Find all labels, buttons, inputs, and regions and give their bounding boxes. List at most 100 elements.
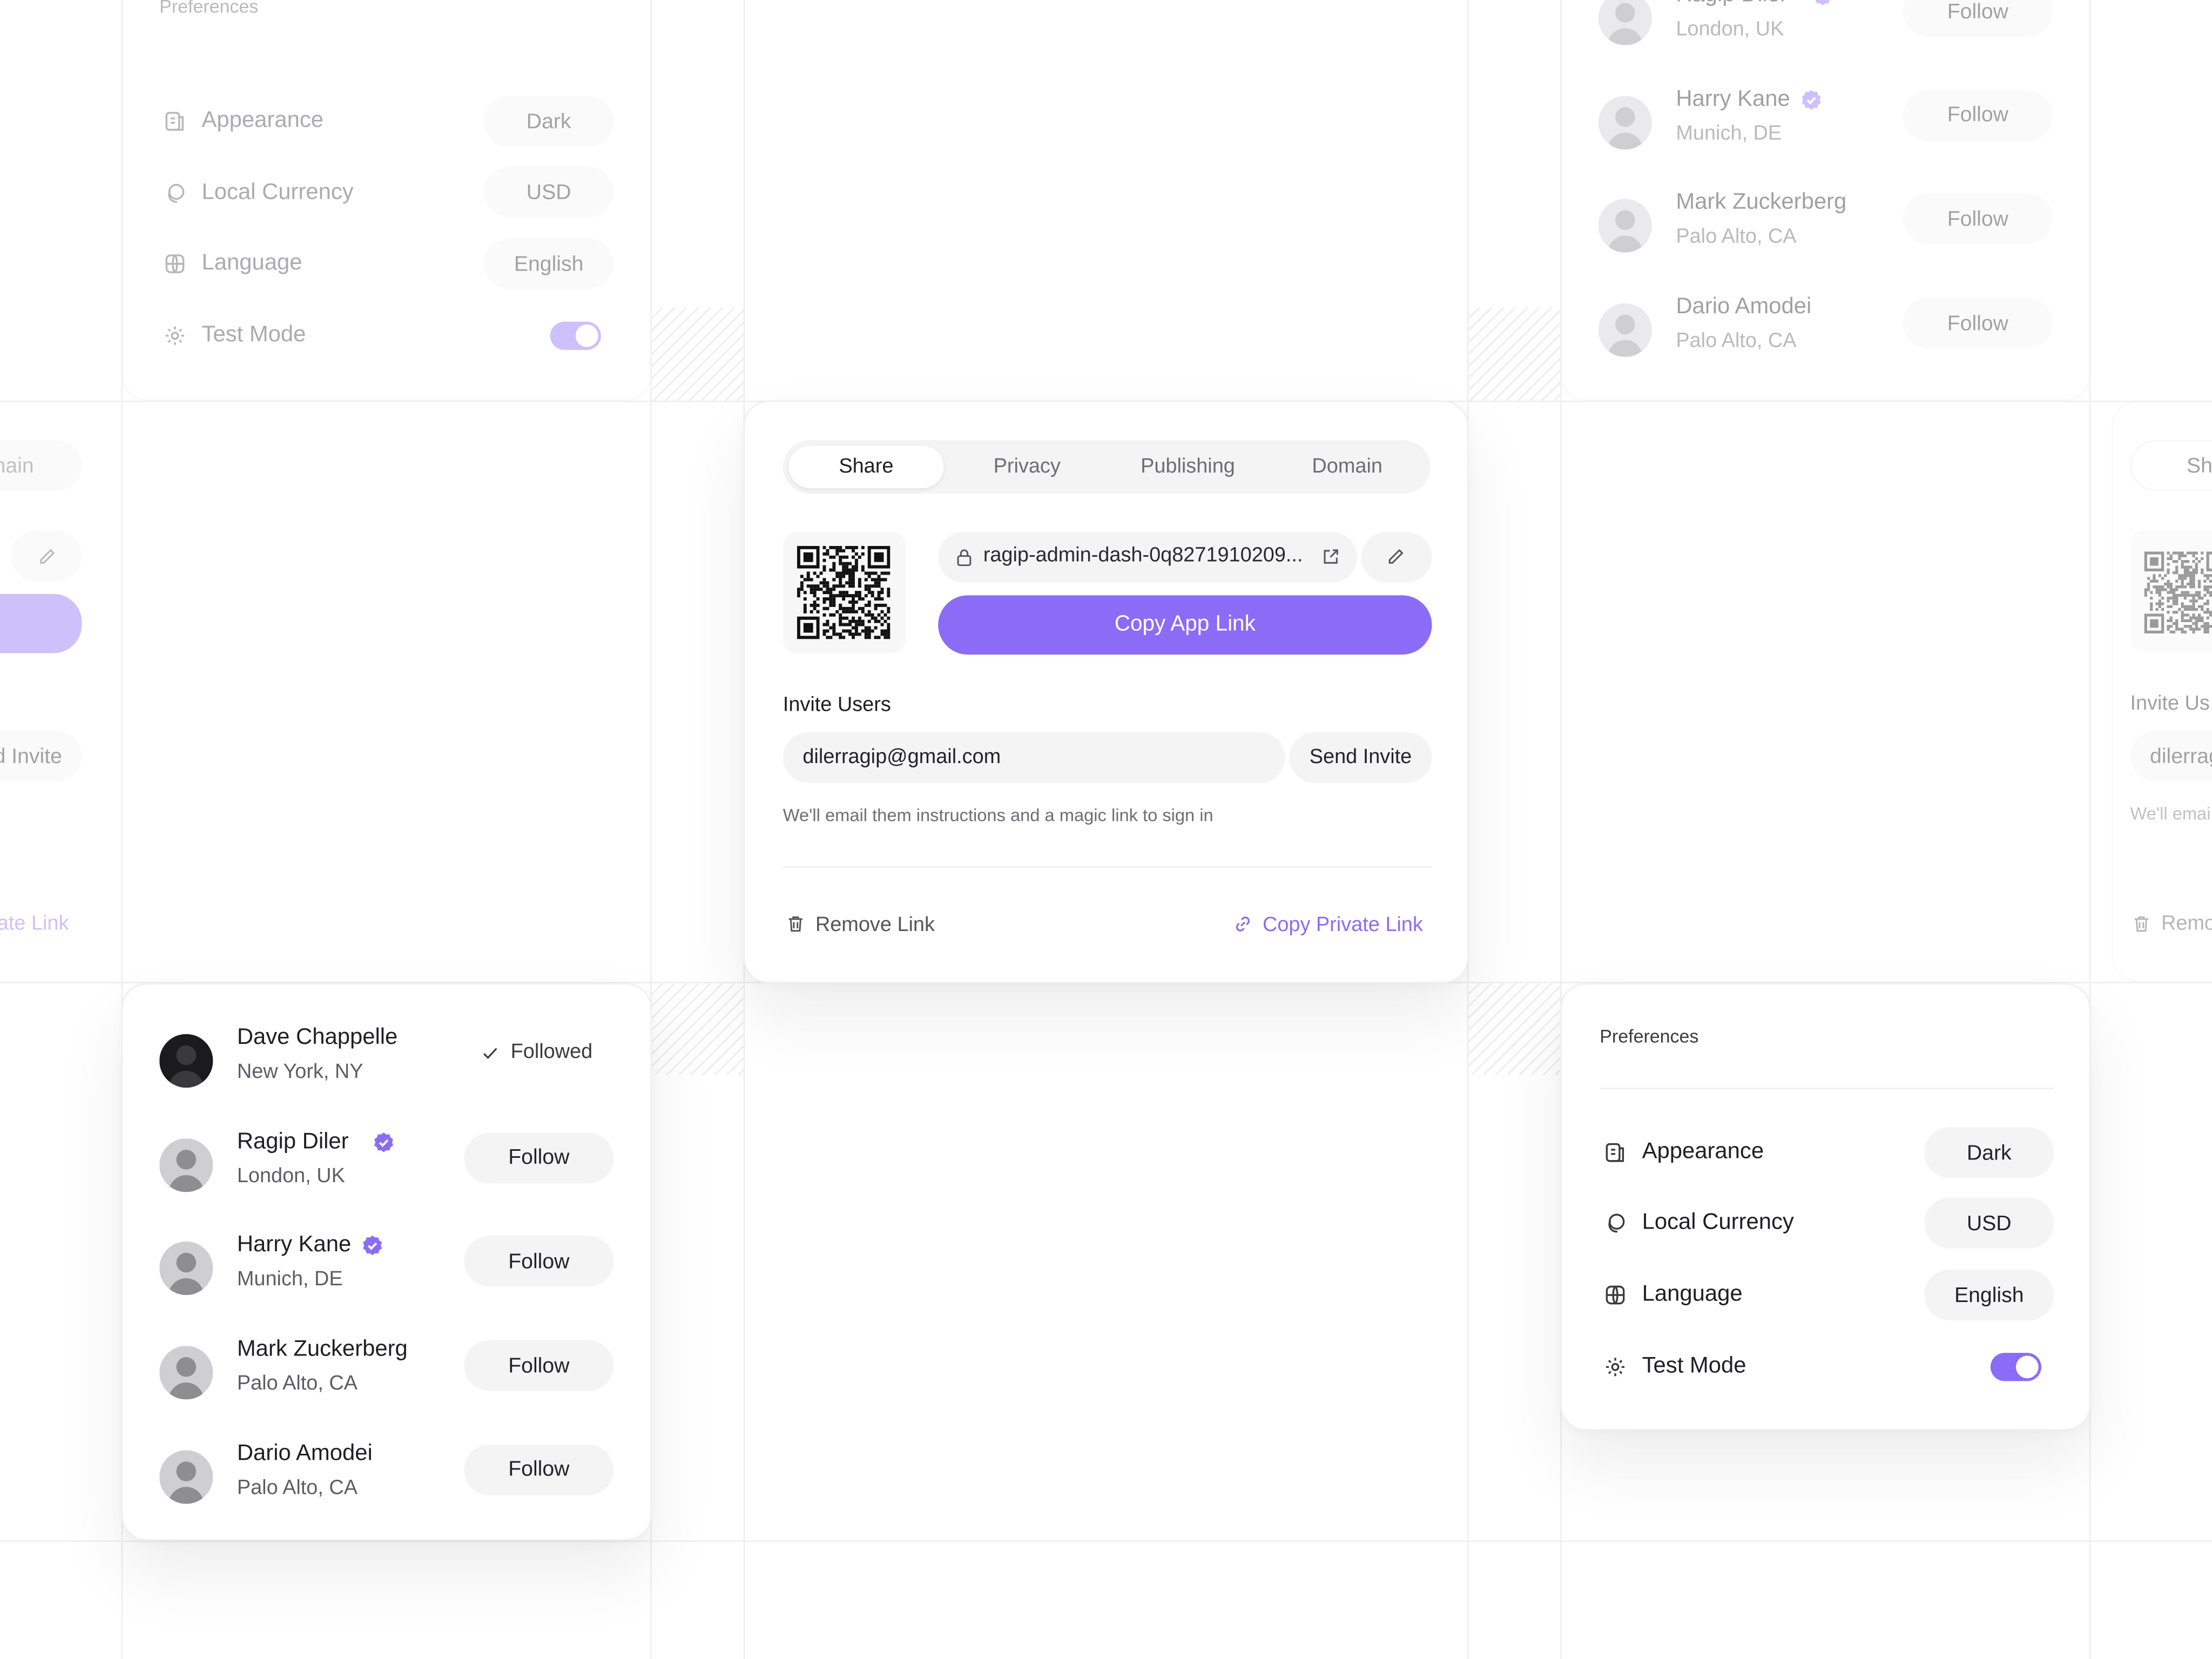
list-item: Mark Zuckerberg Palo Alto, CA Follow <box>159 1337 614 1405</box>
person-location: Munich, DE <box>237 1269 343 1292</box>
person-location: London, UK <box>1676 18 1784 41</box>
invite-email-input[interactable]: dilerragip@gmail.com <box>783 732 1285 783</box>
remove-link-label: Remove Link <box>815 914 935 937</box>
tab-bar: Share Privacy Publishing Domain <box>783 440 1431 494</box>
copy-private-link-button[interactable]: Copy Private Link <box>1230 903 1432 945</box>
link-field[interactable]: ragip-admin-dash-0q8271910209... <box>938 531 1357 583</box>
list-item: Ragip Diler London, UK Follow <box>1598 0 2053 51</box>
follow-button[interactable]: Follow <box>1903 90 2053 141</box>
verified-icon <box>361 1235 384 1258</box>
language-select[interactable]: English <box>1924 1270 2054 1321</box>
pref-label: Local Currency <box>1642 1210 1794 1235</box>
link-text: ragip-admin-dash-0q8271910209... <box>983 544 1303 568</box>
divider <box>783 866 1432 868</box>
avatar <box>159 1449 213 1504</box>
person-location: New York, NY <box>237 1061 363 1084</box>
appearance-select[interactable]: Dark <box>484 96 614 147</box>
follow-button[interactable]: Follow <box>1903 193 2053 245</box>
verified-icon <box>1800 89 1823 111</box>
avatar <box>159 1034 213 1088</box>
person-name: Dario Amodei <box>237 1441 373 1466</box>
gear-icon <box>164 325 186 354</box>
avatar <box>1598 199 1652 253</box>
pref-label: Test Mode <box>1642 1354 1746 1379</box>
avatar <box>1598 303 1652 358</box>
remove-link-button[interactable]: Remove Link <box>783 903 967 945</box>
person-location: Munich, DE <box>1676 122 1782 145</box>
person-location: Palo Alto, CA <box>1676 330 1797 353</box>
currency-icon <box>164 182 186 212</box>
list-item: Ragip Diler London, UK Follow <box>159 1130 614 1197</box>
globe-icon <box>1606 1285 1625 1305</box>
tab-privacy[interactable]: Privacy <box>949 446 1104 488</box>
invite-email-input[interactable]: dilerrag <box>2130 731 2212 782</box>
qr-code-graphic <box>797 545 891 639</box>
followed-button[interactable]: Followed <box>481 1028 622 1079</box>
hatch-pattern <box>1468 307 1561 401</box>
test-mode-toggle[interactable] <box>550 321 601 350</box>
send-invite-button[interactable]: Send Invite <box>1289 732 1432 783</box>
pref-row-currency: Local Currency USD <box>1600 1197 2054 1249</box>
pref-label: Language <box>1642 1282 1743 1306</box>
follow-button[interactable]: Follow <box>1903 298 2053 349</box>
remove-link-button[interactable]: Remo <box>2161 913 2212 935</box>
verified-icon <box>373 1131 395 1154</box>
palette-icon <box>1606 1143 1624 1162</box>
follow-button[interactable]: Follow <box>464 1236 614 1287</box>
list-item: Dario Amodei Palo Alto, CA Follow <box>159 1441 614 1509</box>
currency-select[interactable]: USD <box>1924 1197 2054 1249</box>
pencil-icon <box>39 548 54 563</box>
pref-label: Language <box>201 251 302 275</box>
follow-button[interactable]: Follow <box>1903 0 2053 37</box>
trash-icon <box>2132 914 2152 941</box>
invite-users-title: Invite Us <box>2130 692 2210 716</box>
tab-share[interactable]: Sh <box>2130 440 2212 491</box>
pref-label: Local Currency <box>201 180 354 205</box>
hatch-pattern <box>651 307 744 401</box>
invite-users-title: Invite Users <box>783 694 891 717</box>
tab-domain[interactable]: nain <box>0 440 82 491</box>
person-location: Palo Alto, CA <box>1676 226 1797 249</box>
tab-publishing[interactable]: Publishing <box>1110 446 1265 488</box>
currency-select[interactable]: USD <box>484 166 614 218</box>
pref-row-appearance: Appearance Dark <box>1600 1127 2054 1178</box>
person-location: Palo Alto, CA <box>237 1476 358 1500</box>
follow-button[interactable]: Follow <box>464 1132 614 1183</box>
edit-link-button[interactable] <box>11 530 82 582</box>
preferences-title: Preferences <box>1600 1026 1699 1047</box>
follow-button[interactable]: Follow <box>464 1444 614 1495</box>
avatar <box>159 1346 213 1400</box>
language-select[interactable]: English <box>484 238 614 289</box>
test-mode-toggle[interactable] <box>1990 1353 2041 1381</box>
copy-app-link-button[interactable]: Copy App Link <box>938 595 1432 655</box>
external-link-icon[interactable] <box>1322 548 1340 566</box>
qr-code <box>783 531 906 653</box>
avatar <box>159 1242 213 1296</box>
person-name: Mark Zuckerberg <box>237 1337 408 1362</box>
tab-share[interactable]: Share <box>788 446 944 488</box>
tab-domain[interactable]: Domain <box>1270 446 1425 488</box>
preferences-title: Preferences <box>159 0 259 17</box>
person-name: Dave Chappelle <box>237 1026 398 1050</box>
pref-label: Appearance <box>201 109 323 133</box>
qr-code-graphic <box>2144 551 2212 633</box>
person-name: Mark Zuckerberg <box>1676 191 1847 215</box>
verified-icon <box>1812 0 1835 7</box>
pref-row-language: Language English <box>1600 1270 2054 1321</box>
appearance-select[interactable]: Dark <box>1924 1127 2054 1178</box>
globe-icon <box>164 253 186 282</box>
copy-private-link-button[interactable]: ate Link <box>0 913 69 935</box>
follow-button[interactable]: Follow <box>464 1340 614 1391</box>
list-item: Harry Kane Munich, DE Follow <box>1598 87 2053 154</box>
edit-link-button[interactable] <box>1361 531 1432 583</box>
pref-label: Appearance <box>1642 1139 1764 1164</box>
person-location: Palo Alto, CA <box>237 1372 358 1395</box>
person-name: Harry Kane <box>1676 87 1790 111</box>
lock-icon <box>957 549 972 567</box>
link-icon <box>1236 916 1250 932</box>
copy-app-link-button[interactable] <box>0 594 82 653</box>
avatar <box>1598 95 1652 150</box>
person-name: Harry Kane <box>237 1233 352 1258</box>
grid-line <box>0 1540 2212 1542</box>
send-invite-button[interactable]: d Invite <box>0 731 82 782</box>
